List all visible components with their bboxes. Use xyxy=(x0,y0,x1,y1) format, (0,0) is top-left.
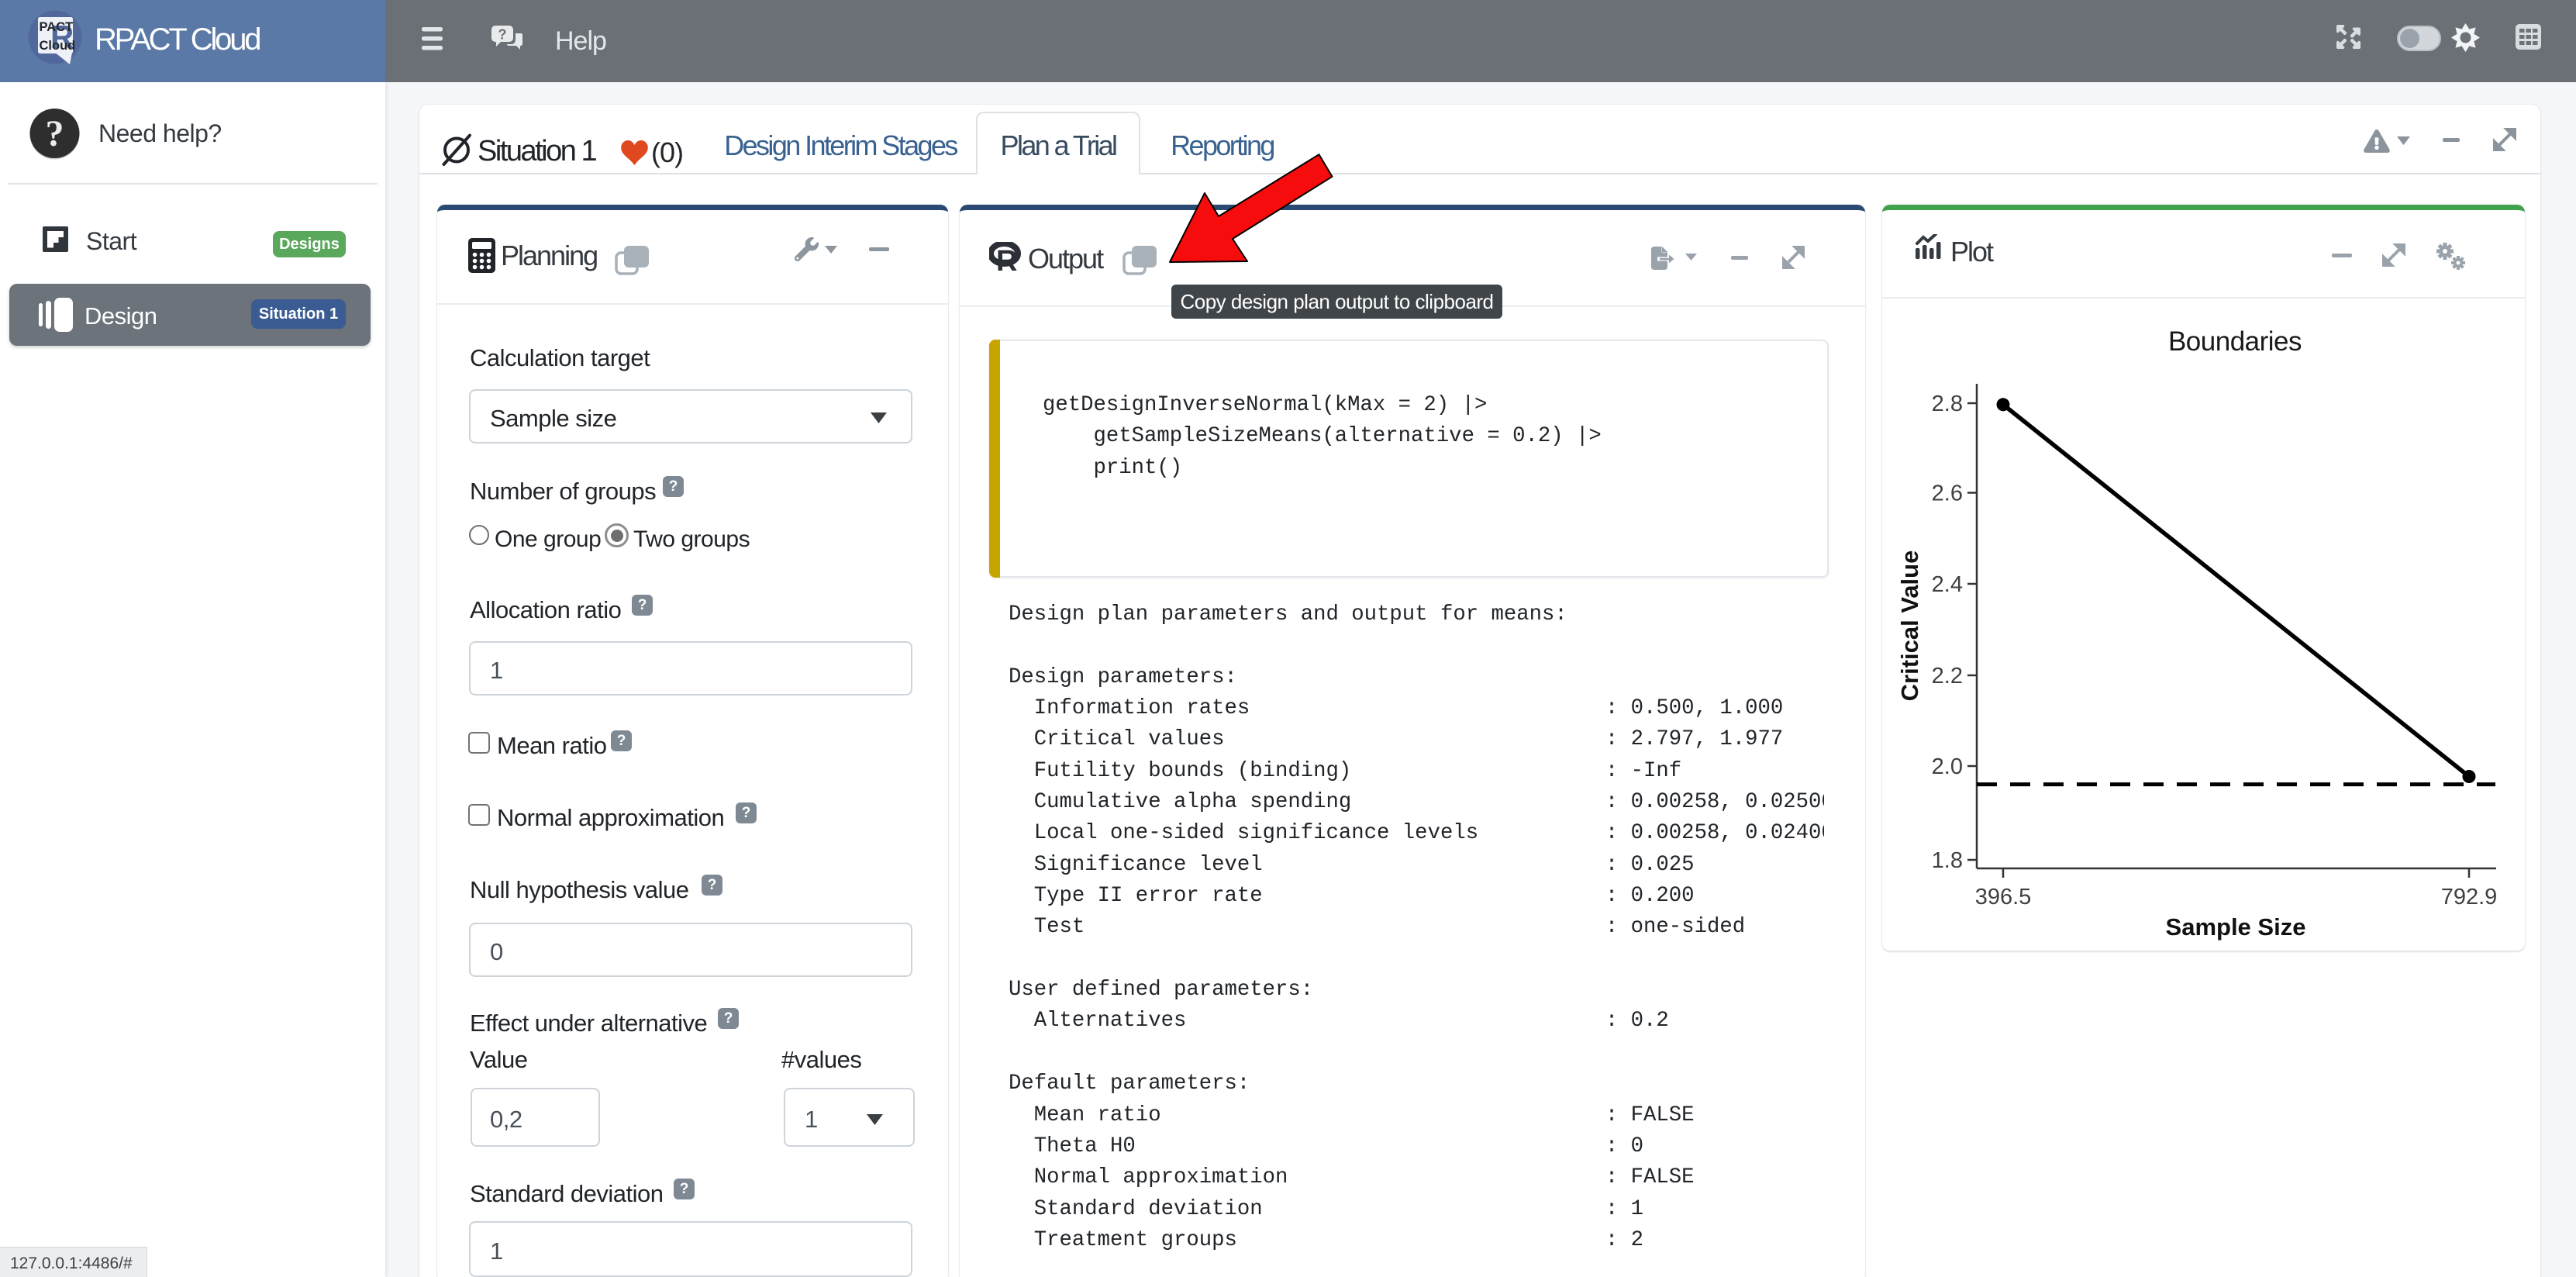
svg-text:PACT: PACT xyxy=(40,20,74,34)
svg-text:1.8: 1.8 xyxy=(1932,848,1963,873)
svg-text:396.5: 396.5 xyxy=(1975,885,2032,909)
svg-text:2.4: 2.4 xyxy=(1932,572,1963,597)
svg-text:2.0: 2.0 xyxy=(1932,754,1963,779)
svg-text:2.6: 2.6 xyxy=(1932,481,1963,506)
svg-text:R: R xyxy=(996,245,1017,273)
svg-text:Boundaries: Boundaries xyxy=(2168,326,2302,357)
svg-text:?: ? xyxy=(46,113,64,154)
svg-text:792.9: 792.9 xyxy=(2441,885,2498,909)
svg-text:?: ? xyxy=(498,27,507,43)
svg-text:Critical Value: Critical Value xyxy=(1896,550,1923,702)
svg-text:2.2: 2.2 xyxy=(1932,664,1963,689)
svg-text:2.8: 2.8 xyxy=(1932,392,1963,416)
svg-text:Cloud: Cloud xyxy=(40,39,76,53)
svg-text:Sample Size: Sample Size xyxy=(2166,913,2306,940)
